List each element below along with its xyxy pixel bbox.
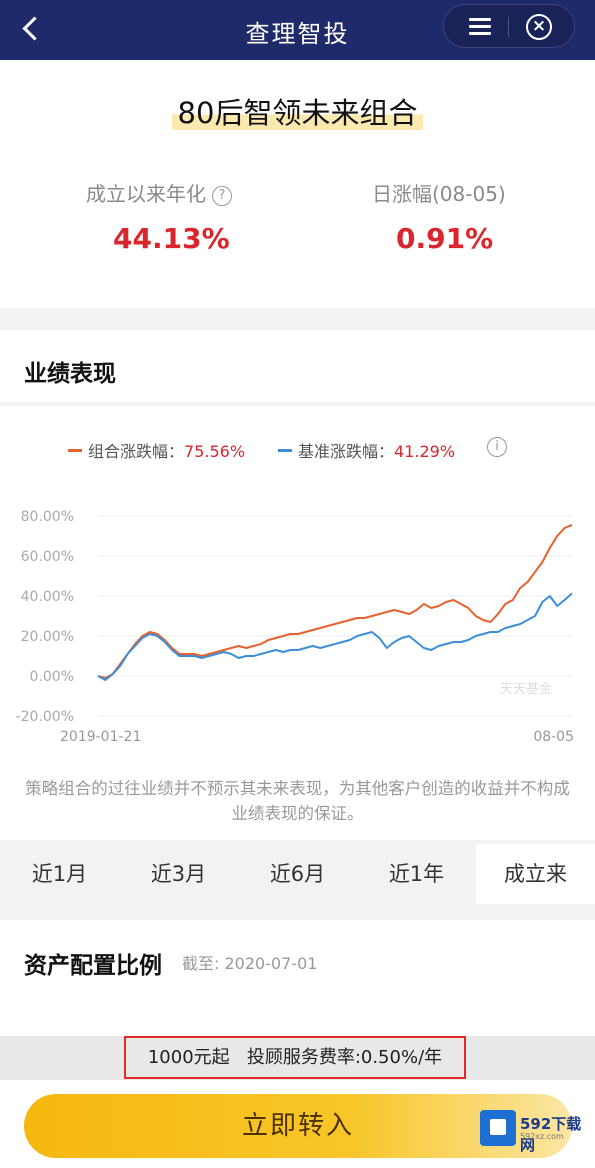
series-line-portfolio xyxy=(97,523,573,679)
x-end-label: 08-05 xyxy=(533,729,574,745)
fee-info: 1000元起 投顾服务费率:0.50%/年 xyxy=(124,1036,466,1079)
legend-label-benchmark: 基准涨跌幅： xyxy=(298,442,395,461)
series-line-benchmark xyxy=(97,592,573,681)
y-tick-label: 0.00% xyxy=(30,669,74,685)
allocation-as-of: 截至: 2020-07-01 xyxy=(182,954,318,973)
annualized-label-text: 成立以来年化 xyxy=(86,182,206,206)
tab-3-months[interactable]: 近3月 xyxy=(119,844,238,904)
site-logo-icon xyxy=(480,1110,516,1146)
site-watermark: 592下载网 592xz.com xyxy=(480,1110,590,1154)
fund-name-text: 80后智领未来组合 xyxy=(171,96,424,130)
y-tick-label: 60.00% xyxy=(21,549,74,565)
tab-1-month[interactable]: 近1月 xyxy=(0,844,119,904)
info-icon[interactable]: i xyxy=(487,437,507,457)
fund-name: 80后智领未来组合 xyxy=(0,90,595,132)
close-icon[interactable]: × xyxy=(526,14,552,40)
tab-since-inception[interactable]: 成立来 xyxy=(476,844,595,904)
top-nav-bar: 查理智投 × xyxy=(0,0,595,60)
x-start-label: 2019-01-21 xyxy=(60,729,141,745)
chart-watermark-text: 天天基金 xyxy=(500,681,552,697)
bottom-action-area: 立即转入 592下载网 592xz.com xyxy=(0,1080,595,1168)
legend-swatch-portfolio xyxy=(68,449,82,452)
miniapp-capsule: × xyxy=(443,4,575,48)
performance-header: 业绩表现 xyxy=(0,330,595,402)
site-watermark-url: 592xz.com xyxy=(520,1132,564,1141)
legend-item-benchmark: 基准涨跌幅：41.29% xyxy=(278,438,455,462)
tab-6-months[interactable]: 近6月 xyxy=(238,844,357,904)
y-tick-label: 80.00% xyxy=(21,509,74,525)
y-tick-label: 20.00% xyxy=(21,629,74,645)
fund-summary-card: 80后智领未来组合 成立以来年化? 44.13% 日涨幅(08-05) 0.91… xyxy=(0,60,595,308)
menu-icon[interactable] xyxy=(469,18,491,36)
capsule-divider xyxy=(508,17,509,37)
help-icon[interactable]: ? xyxy=(212,186,232,206)
fee-bar: 1000元起 投顾服务费率:0.50%/年 xyxy=(0,1036,595,1080)
range-tabs: 近1月 近3月 近6月 近1年 成立来 xyxy=(0,844,595,904)
performance-line-chart: 80.00% 60.00% 40.00% 20.00% 0.00% -20.00% 2019… xyxy=(16,509,574,745)
daily-change-value: 0.91% xyxy=(396,222,494,255)
legend-item-portfolio: 组合涨跌幅：75.56% xyxy=(68,438,245,462)
legend-value-portfolio: 75.56% xyxy=(184,442,246,461)
asset-allocation-section: 资产配置比例 截至: 2020-07-01 xyxy=(0,920,595,1036)
tab-1-year[interactable]: 近1年 xyxy=(357,844,476,904)
allocation-title: 资产配置比例 xyxy=(24,953,162,979)
annualized-label: 成立以来年化? xyxy=(86,178,232,207)
performance-title: 业绩表现 xyxy=(24,361,116,387)
daily-change-label: 日涨幅(08-05) xyxy=(372,182,506,206)
annualized-value: 44.13% xyxy=(113,222,230,255)
y-tick-label: -20.00% xyxy=(16,709,74,725)
legend-swatch-benchmark xyxy=(278,449,292,452)
legend-label-portfolio: 组合涨跌幅： xyxy=(88,442,185,461)
performance-disclaimer: 策略组合的过往业绩并不预示其未来表现，为其他客户创造的收益并不构成业绩表现的保证… xyxy=(25,779,570,823)
performance-chart-card: 组合涨跌幅：75.56% 基准涨跌幅：41.29% i 80.00% 60.00%… xyxy=(0,406,595,840)
legend-value-benchmark: 41.29% xyxy=(394,442,456,461)
y-tick-label: 40.00% xyxy=(21,589,74,605)
